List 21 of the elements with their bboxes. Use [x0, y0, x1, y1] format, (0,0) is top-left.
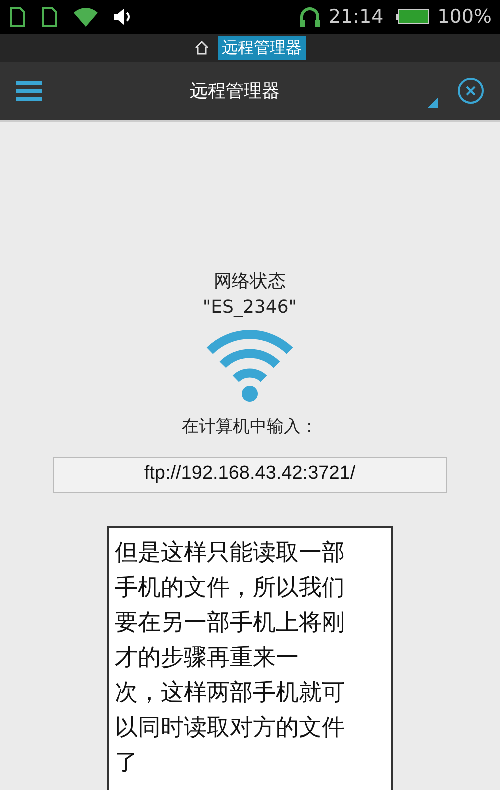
sim-card-icon [40, 6, 60, 28]
app-label: 远程管理器 [218, 36, 306, 60]
clock: 21:14 [328, 4, 384, 30]
app-title: 远程管理器 [190, 80, 280, 104]
note-text: 但是这样只能读取一部 手机的文件，所以我们 要在另一部手机上将刚 才的步骤再重来一 次，这样两部手机就可 以同时读取对方的文件 了 [107, 526, 393, 790]
close-button[interactable] [458, 78, 484, 104]
home-icon [194, 40, 210, 56]
network-status-heading: 网络状态 [214, 270, 286, 294]
headphones-icon [298, 6, 321, 28]
network-name: "ES_2346" [202, 296, 298, 320]
instruction-text: 在计算机中输入： [182, 416, 318, 439]
battery-percent: 100% [438, 4, 492, 30]
close-icon [465, 85, 477, 97]
menu-button[interactable] [16, 81, 42, 101]
sim-card-icon [8, 6, 28, 28]
dropdown-corner-icon[interactable] [428, 98, 438, 108]
volume-icon [112, 8, 132, 26]
battery-icon [396, 9, 430, 25]
address-field: ftp://192.168.43.42:3721/ [53, 456, 447, 492]
wifi-icon [72, 5, 100, 29]
wifi-icon [206, 329, 294, 403]
